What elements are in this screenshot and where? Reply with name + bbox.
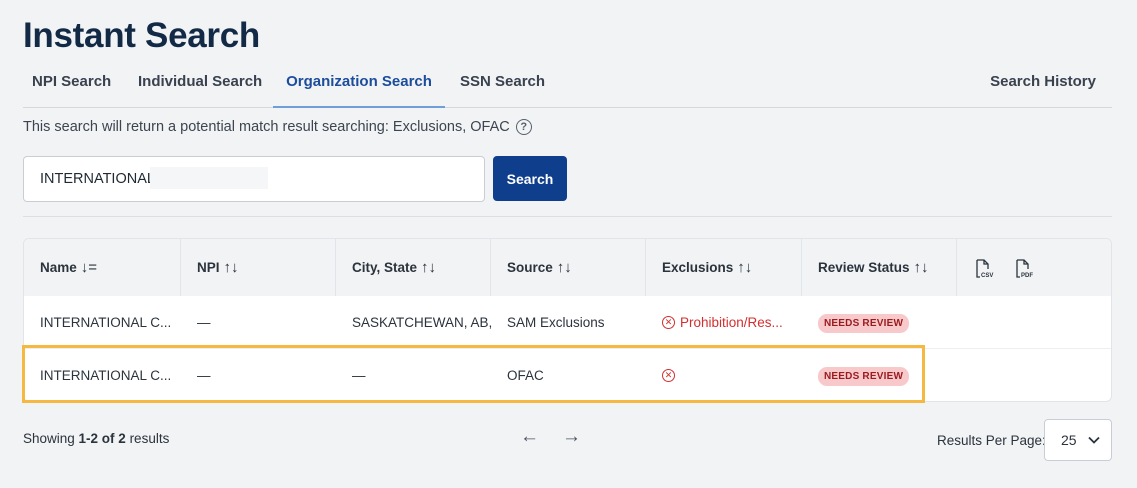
tab-npi-search[interactable]: NPI Search (32, 64, 111, 108)
cell-review-status: NEEDS REVIEW (802, 349, 910, 401)
question-circle-icon[interactable]: ? (515, 119, 532, 135)
sort-icon: ↑↓ (737, 259, 753, 276)
status-badge: NEEDS REVIEW (818, 313, 910, 333)
column-header-npi[interactable]: NPI ↑↓ (181, 239, 336, 296)
cell-city: — (352, 368, 366, 383)
search-button[interactable]: Search (493, 156, 567, 201)
status-badge: NEEDS REVIEW (818, 366, 910, 386)
cell-city: SASKATCHEWAN, AB, (352, 315, 493, 330)
cell-npi: — (197, 315, 211, 330)
search-history-link[interactable]: Search History (990, 64, 1096, 108)
results-per-page-value: 25 (1061, 432, 1077, 448)
sort-icon: ↑↓ (913, 259, 929, 276)
redacted-area (150, 167, 268, 189)
column-header-review-status[interactable]: Review Status ↑↓ (802, 239, 957, 296)
results-per-page-select[interactable]: 25 (1044, 419, 1112, 461)
column-npi-label: NPI (197, 260, 220, 275)
svg-text:CSV: CSV (981, 273, 993, 279)
results-table: Name ↓= NPI ↑↓ City, State ↑↓ Source ↑↓ Excl… (23, 238, 1112, 402)
column-review-label: Review Status (818, 260, 910, 275)
column-exclusions-label: Exclusions (662, 260, 734, 275)
table-header: Name ↓= NPI ↑↓ City, State ↑↓ Source ↑↓ Excl… (24, 239, 1111, 296)
cell-name: INTERNATIONAL C... (40, 368, 172, 383)
column-header-exclusions[interactable]: Exclusions ↑↓ (646, 239, 802, 296)
results-count-suffix: results (125, 431, 170, 446)
column-name-label: Name (40, 260, 77, 275)
cell-review-status: NEEDS REVIEW (802, 296, 910, 349)
exclusion-text: Prohibition/Res... (680, 315, 783, 330)
results-count-range: 1-2 of 2 (78, 431, 126, 446)
error-circle-icon: ✕ (662, 316, 675, 329)
search-info: This search will return a potential matc… (23, 119, 532, 135)
table-row[interactable]: INTERNATIONAL C... — — OFAC ✕ NEEDS REVI… (24, 349, 1111, 401)
error-circle-icon: ✕ (662, 369, 675, 382)
sort-icon: ↑↓ (556, 259, 572, 276)
column-city-label: City, State (352, 260, 418, 275)
results-count: Showing 1-2 of 2 results (23, 431, 169, 446)
search-tabs: NPI Search Individual Search Organizatio… (23, 64, 1112, 108)
cell-exclusions: ✕ Prohibition/Res... (646, 296, 783, 349)
column-header-city[interactable]: City, State ↑↓ (336, 239, 491, 296)
sort-icon: ↑↓ (421, 259, 437, 276)
pdf-file-icon[interactable]: PDF (1014, 259, 1034, 279)
cell-npi: — (197, 368, 211, 383)
cell-exclusions: ✕ (646, 349, 675, 401)
previous-page-arrow-icon[interactable]: ← (520, 426, 539, 448)
search-info-text: This search will return a potential matc… (23, 119, 510, 135)
column-header-source[interactable]: Source ↑↓ (491, 239, 646, 296)
cell-source: SAM Exclusions (507, 315, 605, 330)
divider (23, 216, 1112, 217)
sort-icon: ↑↓ (223, 259, 239, 276)
cell-source: OFAC (507, 368, 544, 383)
sort-desc-icon: ↓= (80, 259, 98, 276)
page-title: Instant Search (23, 16, 260, 55)
tab-individual-search[interactable]: Individual Search (138, 64, 262, 108)
results-count-prefix: Showing (23, 431, 79, 446)
column-header-name[interactable]: Name ↓= (24, 239, 181, 296)
results-per-page-label: Results Per Page: (937, 433, 1046, 448)
tab-organization-search[interactable]: Organization Search (273, 64, 445, 108)
csv-file-icon[interactable]: CSV (974, 259, 994, 279)
tab-ssn-search[interactable]: SSN Search (460, 64, 545, 108)
next-page-arrow-icon[interactable]: → (562, 426, 581, 448)
column-source-label: Source (507, 260, 553, 275)
svg-text:PDF: PDF (1021, 273, 1033, 279)
cell-name: INTERNATIONAL C... (40, 315, 172, 330)
table-row[interactable]: INTERNATIONAL C... — SASKATCHEWAN, AB, S… (24, 296, 1111, 349)
chevron-down-icon (1088, 436, 1100, 444)
